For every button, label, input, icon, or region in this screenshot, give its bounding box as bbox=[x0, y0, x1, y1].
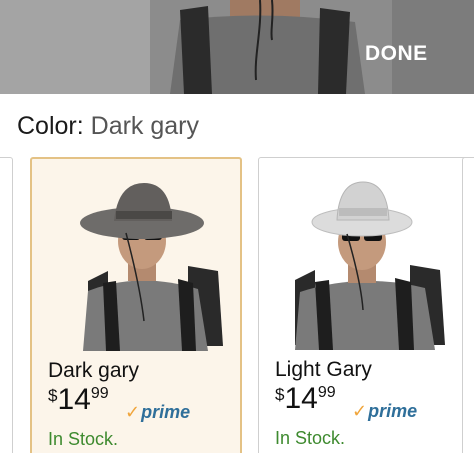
selected-color-value: Dark gary bbox=[90, 112, 200, 140]
availability-text: In Stock. bbox=[48, 429, 119, 449]
swatch-price: $1499 bbox=[48, 385, 109, 415]
swatch-price: $1499 bbox=[275, 384, 336, 414]
price-cents: 99 bbox=[90, 385, 109, 402]
prime-label: prime bbox=[141, 402, 191, 422]
color-label: Color: bbox=[17, 112, 84, 140]
price-dollars: 14 bbox=[284, 382, 318, 415]
swatch-card-light-gary[interactable]: Light Gary $1499 ✓prime In Stock. bbox=[258, 157, 470, 453]
price-dollars: 14 bbox=[57, 383, 91, 416]
prime-badge: ✓prime bbox=[352, 401, 417, 422]
product-photo bbox=[150, 0, 395, 94]
price-cents: 99 bbox=[317, 384, 336, 401]
price-currency: $ bbox=[275, 385, 285, 404]
done-button[interactable]: DONE bbox=[365, 42, 428, 66]
swatch-card-dark-gary[interactable]: Dark gary $1499 ✓prime In Stock. bbox=[30, 157, 242, 453]
prime-check-icon: ✓ bbox=[125, 402, 141, 422]
prime-badge: ✓prime bbox=[125, 402, 190, 423]
swatch-card-next[interactable] bbox=[462, 157, 474, 453]
color-selection-label: Color: Dark gary bbox=[17, 112, 199, 141]
prime-check-icon: ✓ bbox=[352, 401, 368, 421]
swatch-image bbox=[275, 170, 455, 350]
swatch-name: Dark gary bbox=[48, 359, 140, 382]
swatch-card-previous[interactable] bbox=[0, 157, 13, 453]
price-currency: $ bbox=[48, 386, 58, 405]
swatch-name: Light Gary bbox=[275, 358, 372, 381]
availability-text: In Stock. bbox=[275, 428, 346, 448]
prime-label: prime bbox=[368, 401, 418, 421]
swatch-image bbox=[48, 171, 228, 351]
